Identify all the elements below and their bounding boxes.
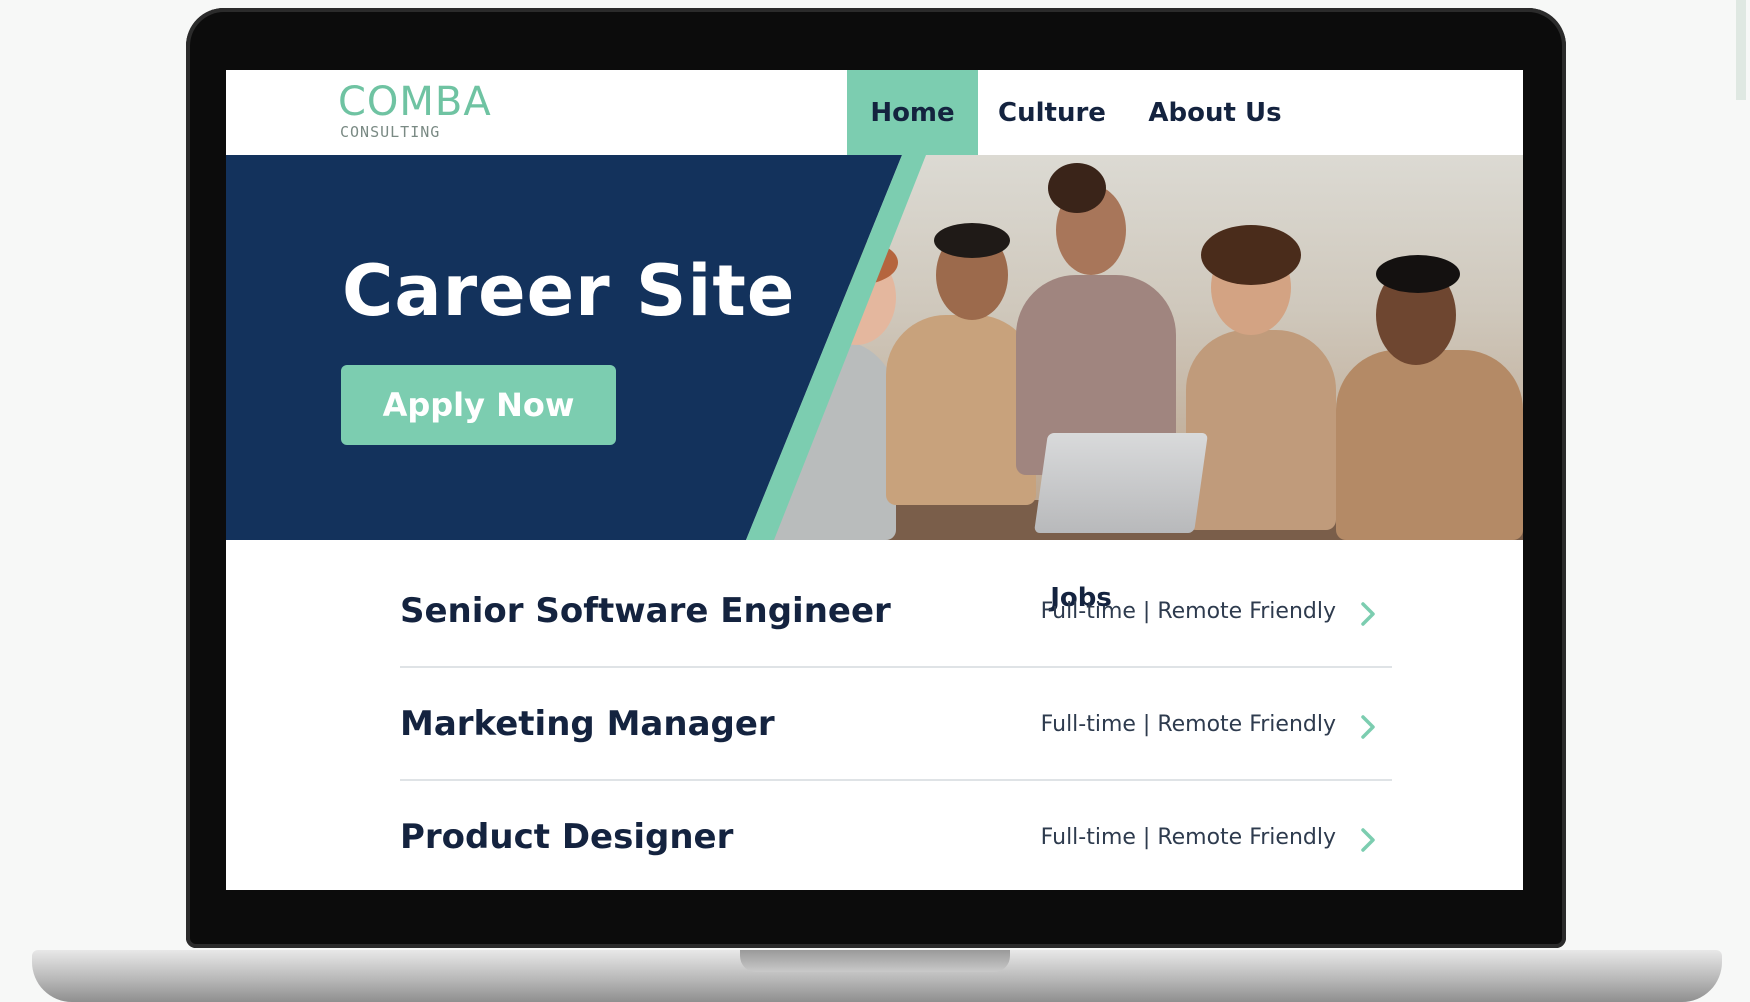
nav-culture[interactable]: Culture	[978, 70, 1126, 155]
laptop-prop	[1033, 433, 1209, 533]
chevron-right-icon[interactable]	[1356, 713, 1380, 741]
laptop-notch	[740, 950, 1010, 972]
main-nav: Home Jobs Culture About Us	[847, 70, 1304, 613]
job-meta: Full-time | Remote Friendly	[1040, 712, 1336, 737]
person-5-body	[1336, 350, 1523, 540]
site-header: COMBA CONSULTING Home Jobs Culture About…	[226, 70, 1523, 613]
logo-tagline: CONSULTING	[340, 123, 441, 141]
person-4-body	[1186, 330, 1336, 530]
person-5-hair	[1376, 255, 1460, 293]
person-2-hair	[934, 223, 1010, 258]
job-title[interactable]: Marketing Manager	[400, 704, 775, 744]
person-2-body	[886, 315, 1036, 505]
chevron-right-icon[interactable]	[1356, 826, 1380, 854]
job-row[interactable]: Senior Software Engineer Full-time | Rem…	[400, 555, 1392, 668]
job-title[interactable]: Senior Software Engineer	[400, 591, 891, 631]
person-3-hair	[1048, 163, 1106, 213]
logo-wordmark: COMBA	[338, 79, 492, 125]
job-row[interactable]: Marketing Manager Full-time | Remote Fri…	[400, 668, 1392, 781]
hero-title: Career Site	[342, 250, 796, 332]
hero-banner: Career Site Apply Now	[226, 155, 1523, 540]
background-accent-bar	[1736, 0, 1746, 100]
brand-logo[interactable]: COMBA CONSULTING	[338, 80, 492, 140]
chevron-right-icon[interactable]	[1356, 600, 1380, 628]
job-list: Senior Software Engineer Full-time | Rem…	[400, 555, 1392, 890]
job-title[interactable]: Product Designer	[400, 817, 733, 857]
person-4-hair	[1201, 225, 1301, 285]
job-row[interactable]: Product Designer Full-time | Remote Frie…	[400, 781, 1392, 890]
nav-about-us[interactable]: About Us	[1126, 70, 1304, 155]
laptop-screen: COMBA CONSULTING Home Jobs Culture About…	[226, 70, 1523, 890]
nav-home[interactable]: Home	[847, 70, 978, 155]
job-meta: Full-time | Remote Friendly	[1040, 825, 1336, 850]
apply-now-button[interactable]: Apply Now	[341, 365, 616, 445]
job-meta: Full-time | Remote Friendly	[1040, 599, 1336, 624]
